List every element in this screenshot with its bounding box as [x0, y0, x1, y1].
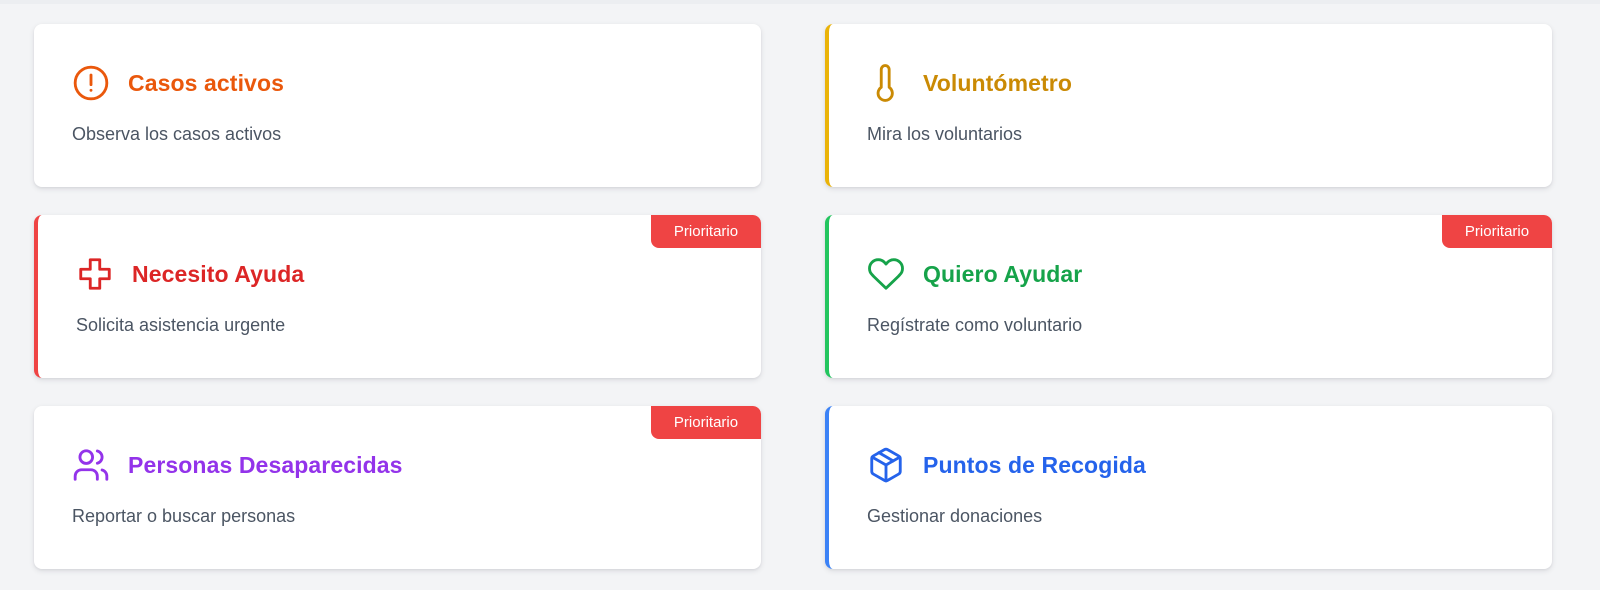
priority-badge: Prioritario [651, 215, 761, 248]
card-title: Quiero Ayudar [923, 260, 1083, 287]
card-description: Regístrate como voluntario [867, 315, 1083, 335]
package-icon [867, 446, 905, 484]
card-description: Gestionar donaciones [867, 506, 1043, 526]
card-quiero-ayudar[interactable]: Prioritario Quiero Ayudar Regístrate com… [825, 215, 1552, 378]
card-necesito-ayuda[interactable]: Prioritario Necesito Ayuda Solicita asis… [34, 215, 761, 378]
card-header: Casos activos [72, 64, 284, 102]
priority-badge: Prioritario [651, 406, 761, 439]
card-description: Observa los casos activos [72, 124, 282, 144]
users-icon [72, 446, 110, 484]
card-casos-activos[interactable]: Casos activos Observa los casos activos [34, 24, 761, 187]
medical-cross-icon [76, 255, 114, 293]
card-title: Personas Desaparecidas [128, 451, 403, 478]
card-personas-desaparecidas[interactable]: Prioritario Personas Desaparecidas Repor… [34, 406, 761, 569]
card-voluntometro[interactable]: Voluntómetro Mira los voluntarios [825, 24, 1552, 187]
heart-icon [867, 255, 905, 293]
card-description: Solicita asistencia urgente [76, 315, 286, 335]
priority-badge: Prioritario [1442, 215, 1552, 248]
alert-circle-icon [72, 64, 110, 102]
card-description: Mira los voluntarios [867, 124, 1023, 144]
action-cards-grid: Casos activos Observa los casos activos … [34, 24, 1553, 569]
thermometer-icon [867, 64, 905, 102]
card-title: Voluntómetro [923, 69, 1072, 96]
card-header: Quiero Ayudar [867, 255, 1082, 293]
card-header: Necesito Ayuda [76, 255, 304, 293]
card-title: Necesito Ayuda [132, 260, 305, 287]
card-description: Reportar o buscar personas [72, 506, 296, 526]
card-header: Personas Desaparecidas [72, 446, 403, 484]
top-strip [0, 0, 1600, 4]
card-header: Voluntómetro [867, 64, 1072, 102]
card-header: Puntos de Recogida [867, 446, 1146, 484]
card-title: Casos activos [128, 69, 284, 96]
card-puntos-de-recogida[interactable]: Puntos de Recogida Gestionar donaciones [825, 406, 1552, 569]
card-title: Puntos de Recogida [923, 451, 1146, 478]
